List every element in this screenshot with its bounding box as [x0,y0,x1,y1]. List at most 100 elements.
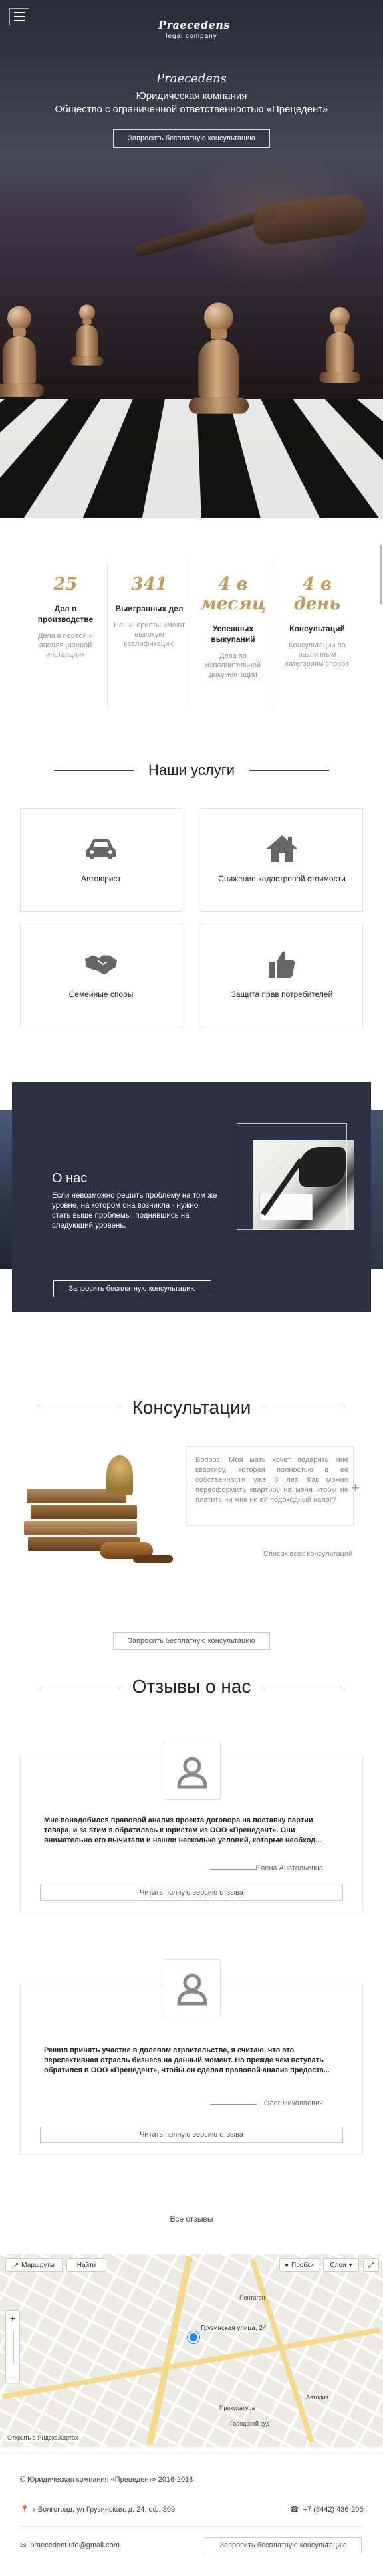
map-search-button[interactable]: Найти [66,2258,106,2272]
background-photo [370,1110,383,1269]
stat-number: 4 в день [293,574,341,614]
stat-number: 4 в месяц [200,574,266,614]
map-road [146,2256,193,2446]
expand-icon[interactable]: + [351,1479,360,1497]
review-author: Елена Анатольевна [255,1864,323,1872]
about-title: О нас [52,1171,88,1186]
map-zoom-control[interactable]: + − [5,2310,20,2383]
user-avatar-icon [164,1959,221,2016]
open-in-yandex-link[interactable]: Открыть в Яндекс.Картах [5,2434,80,2442]
map-toolbar: ↗ Маршруты Найти ● Пробки Слои ▾ ⤢ [0,2254,383,2276]
all-consultations-link[interactable]: Список всех консультаций [263,1550,352,1558]
stat-desc: Дела по исполнительной документации [205,652,261,679]
stat-item: 4 в месяц Успешных выкупаний Дела по исп… [192,562,275,708]
stat-item: 341 Выигранных дел Наши юристы имеют выс… [108,562,192,708]
hero-consultation-button[interactable]: Запросить бесплатную консультацию [113,129,270,148]
menu-button[interactable] [9,8,29,25]
handshake-icon [84,950,118,979]
divider [53,770,134,771]
map-layers-button[interactable]: Слои ▾ [323,2258,359,2272]
service-label: Снижение кадастровой стоимости [218,874,346,883]
logo-script: Prаecedens [158,19,230,31]
reviews-heading: Отзывы о нас [0,1676,383,1697]
footer-copyright: © Юридическая компания «Прецедент» 2016-… [20,2476,193,2484]
traffic-icon: ● [284,2261,289,2269]
fullscreen-icon[interactable]: ⤢ [363,2258,379,2272]
hero-script-title: Prаecedens [156,72,227,86]
consult-title: Консультации [132,1397,251,1418]
about-photo [253,1140,354,1230]
stat-desc: Дела в первой и апелляционной инстанциях [37,632,94,659]
map-pin-label: Грузинская улица, 24 [199,2325,268,2332]
user-avatar-icon [164,1743,221,1800]
chessboard-rows-image [0,399,383,518]
service-label: Защита прав потребителей [231,990,333,999]
divider [249,770,330,771]
divider [210,1869,257,1870]
stats-row: 25 Дел в производстве Дела в первой и ап… [24,562,359,708]
thumbs-up-icon [265,950,299,979]
consult-consultation-button[interactable]: Запросить бесплатную консультацию [113,1632,270,1650]
all-reviews-link[interactable]: Все отзывы [0,2214,383,2224]
chevron-down-icon: ▾ [348,2261,352,2269]
scrollbar[interactable] [380,545,382,605]
service-card-consumer[interactable]: Защита прав потребителей [201,924,363,1027]
read-review-button[interactable]: Читать полную версию отзыва [40,2127,343,2143]
phone-icon: ☎ [290,2506,299,2514]
stat-title: Консультаций [289,624,345,633]
consult-question: Вопрос: Моя мать хочет подарить мне квар… [195,1456,348,1504]
footer-email[interactable]: ✉ praecedent.ufo@gmail.com [20,2541,120,2550]
zoom-in-icon[interactable]: + [6,2311,19,2325]
routes-icon: ↗ [13,2261,19,2269]
map-poi: Городской суд [230,2420,270,2427]
zoom-out-icon[interactable]: − [6,2369,19,2384]
logo[interactable]: Prаecedens legal company [158,19,230,40]
service-label: Автоюрист [80,874,122,883]
map-routes-button[interactable]: ↗ Маршруты [5,2258,63,2272]
review-text: Мне понадобился правовой анализ проекта … [44,1816,322,1844]
consult-heading: Консультации [0,1397,383,1418]
review-card: Решил принять участие в долевом строител… [20,1959,363,2155]
footer-phone[interactable]: ☎ +7 (8442) 436-205 [290,2505,364,2514]
map-poi: Автодиз [306,2394,328,2401]
services-title: Наши услуги [148,762,235,778]
pawn-image [70,304,104,366]
stat-item: 25 Дел в производстве Дела в первой и ап… [24,562,108,708]
stat-number: 341 [131,574,168,594]
service-card-family[interactable]: Семейные споры [20,924,182,1027]
service-card-cadastral[interactable]: Снижение кадастровой стоимости [201,808,363,912]
review-author: Олег Николаевич [263,2099,323,2107]
mail-icon: ✉ [20,2541,27,2549]
about-consultation-button[interactable]: Запросить бесплатную консультацию [53,1280,211,1297]
pawn-image [188,302,249,414]
read-review-button[interactable]: Читать полную версию отзыва [40,1885,343,1901]
services-heading: Наши услуги [0,762,383,779]
zoom-slider[interactable] [6,2325,19,2369]
location-icon: 📍 [20,2506,29,2514]
house-icon [265,834,299,863]
stat-number: 25 [53,574,78,594]
hero-subtitle: Общество с ограниченной ответственностью… [55,104,328,115]
stat-desc: Консультации по различным категориям спо… [285,641,350,668]
review-text: Решил принять участие в долевом строител… [44,2046,330,2074]
about-text: Если невозможно решить проблему на том ж… [52,1192,217,1230]
divider [210,2104,257,2105]
service-card-autolawyer[interactable]: Автоюрист [20,808,182,912]
car-icon [84,834,118,863]
location-pin-icon[interactable] [188,2331,199,2343]
map-poi: Пентагон [239,2294,265,2301]
pawn-image [319,307,360,383]
map[interactable]: ↗ Маршруты Найти ● Пробки Слои ▾ ⤢ + − Груз… [0,2254,383,2447]
logo-sub: legal company [166,33,217,40]
map-poi: Прокуратура [219,2405,255,2411]
pawn-image [0,306,44,397]
divider [20,2526,363,2527]
hero-section: Prаecedens legal company Prаecedens Юрид… [0,0,383,518]
review-card: Мне понадобился правовой анализ проекта … [20,1743,363,1911]
stat-title: Выигранных дел [115,604,184,613]
footer-address: 📍 г Волгоград, ул Грузинская, д. 24, оф. … [20,2505,176,2514]
stat-desc: Наши юристы имеют высокую квалификацию [114,621,185,648]
footer-consultation-button[interactable]: Запросить бесплатную консультацию [205,2537,362,2553]
footer: © Юридическая компания «Прецедент» 2016-… [0,2452,383,2576]
map-traffic-button[interactable]: ● Пробки [279,2258,319,2272]
